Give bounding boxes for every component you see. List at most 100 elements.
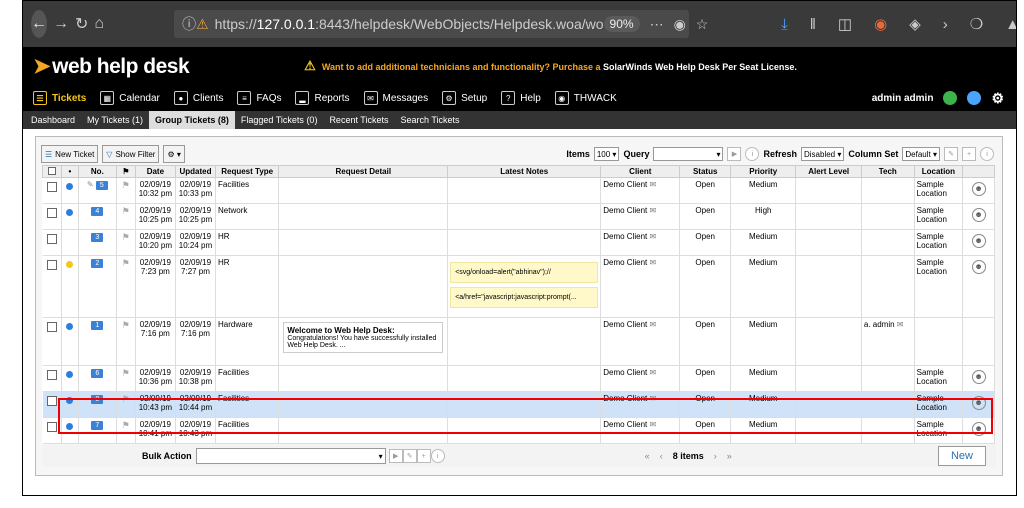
flag-icon[interactable]: ⚑ <box>122 394 130 404</box>
extension-icon[interactable]: ◉ <box>874 15 887 33</box>
column-set-select[interactable]: Default ▾ <box>902 147 940 161</box>
col-latest-notes[interactable]: Latest Notes <box>447 165 602 178</box>
assign-tech-icon[interactable]: ☻ <box>971 370 986 384</box>
settings-gear-icon[interactable]: ⚙ <box>991 90 1004 107</box>
email-icon[interactable]: ✉ <box>649 320 656 329</box>
ticket-number[interactable]: 4 <box>91 207 104 216</box>
bulk-info-icon[interactable]: i <box>430 449 445 463</box>
zoom-indicator[interactable]: 90% <box>603 16 640 32</box>
home-icon[interactable]: ⌂ <box>94 12 104 36</box>
sidebar-icon[interactable]: ◫ <box>838 15 852 33</box>
select-all-header[interactable] <box>42 165 62 178</box>
bulk-run-icon[interactable]: ▶ <box>388 449 403 463</box>
col-request-detail[interactable]: Request Detail <box>278 165 449 178</box>
row-checkbox[interactable] <box>46 322 57 332</box>
run-query-icon[interactable]: ▶ <box>727 147 742 161</box>
assign-tech-icon[interactable]: ☻ <box>971 260 986 274</box>
row-checkbox[interactable] <box>46 422 57 432</box>
options-gear-button[interactable]: ⚙ ▾ <box>163 145 185 163</box>
col-request-type[interactable]: Request Type <box>215 165 280 178</box>
email-icon[interactable]: ✉ <box>649 180 656 189</box>
tab-flagged-tickets[interactable]: Flagged Tickets (0) <box>235 111 324 129</box>
nav-clients[interactable]: ● Clients <box>173 91 223 105</box>
email-icon[interactable]: ✉ <box>897 320 904 329</box>
nav-calendar[interactable]: ▦ Calendar <box>100 91 160 105</box>
ticket-number[interactable]: 3 <box>91 233 104 242</box>
table-row[interactable]: 8 ⚑ 02/09/19 10:43 pm 02/09/19 10:44 pm Fa… <box>42 391 995 418</box>
first-page-icon[interactable]: « <box>645 451 650 461</box>
nav-setup[interactable]: ⚙ Setup <box>442 91 487 105</box>
extension4-icon[interactable]: ▲ <box>1005 16 1016 33</box>
query-select[interactable]: ▾ <box>653 147 724 161</box>
nav-help[interactable]: ? Help <box>501 91 541 105</box>
row-checkbox[interactable] <box>46 396 57 406</box>
client-name[interactable]: Demo Client <box>603 394 647 403</box>
reload-icon[interactable]: ↻ <box>75 12 88 36</box>
table-row[interactable]: 3 ⚑ 02/09/19 10:20 pm 02/09/19 10:24 pm HR… <box>42 229 995 256</box>
flag-icon[interactable]: ⚑ <box>122 258 130 268</box>
nav-faqs[interactable]: ≡ FAQs <box>237 91 281 105</box>
next-page-icon[interactable]: › <box>714 451 717 461</box>
request-detail-box[interactable]: Welcome to Web Help Desk: Congratulation… <box>283 322 444 353</box>
table-row[interactable]: 4 ⚑ 02/09/19 10:25 pm 02/09/19 10:25 pm Ne… <box>42 203 995 230</box>
ticket-number[interactable]: 5 <box>95 181 108 190</box>
ticket-number[interactable]: 7 <box>91 421 104 430</box>
library-icon[interactable]: ‖ <box>810 16 816 33</box>
bulk-edit-icon[interactable]: ✎ <box>402 449 417 463</box>
col-updated[interactable]: Updated <box>174 165 217 178</box>
promo-link[interactable]: SolarWinds Web Help Desk Per Seat Licens… <box>603 62 797 72</box>
flag-icon[interactable]: ⚑ <box>122 320 130 330</box>
col-no[interactable]: No. <box>77 165 117 178</box>
email-icon[interactable]: ✉ <box>649 232 656 241</box>
column-info-icon[interactable]: i <box>980 147 994 161</box>
forward-icon[interactable]: → <box>53 12 69 36</box>
flag-icon[interactable]: ⚑ <box>122 232 130 242</box>
status-icon[interactable] <box>943 91 958 105</box>
ticket-number[interactable]: 6 <box>91 369 104 378</box>
logo[interactable]: ➤web help desk <box>33 54 190 79</box>
ticket-number[interactable]: 1 <box>91 321 104 330</box>
bulk-add-icon[interactable]: + <box>416 449 431 463</box>
edit-pencil-icon[interactable]: ✎ <box>87 180 94 189</box>
col-alert-level[interactable]: Alert Level <box>795 165 862 178</box>
row-checkbox[interactable] <box>46 182 57 192</box>
latest-note[interactable]: <svg/onload=alert("abhinav");// <box>450 262 599 283</box>
tab-group-tickets[interactable]: Group Tickets (8) <box>149 111 235 129</box>
bookmark-star-icon[interactable]: ☆ <box>696 16 709 33</box>
flag-icon[interactable]: ⚑ <box>122 420 130 430</box>
email-icon[interactable]: ✉ <box>649 206 656 215</box>
table-row[interactable]: 6 ⚑ 02/09/19 10:36 pm 02/09/19 10:38 pm Fa… <box>42 365 995 392</box>
tab-recent-tickets[interactable]: Recent Tickets <box>323 111 394 129</box>
query-info-icon[interactable]: i <box>745 147 760 161</box>
download-icon[interactable]: ⤓ <box>781 16 788 33</box>
table-row[interactable]: 1 ⚑ 02/09/19 7:16 pm 02/09/19 7:16 pm Hard… <box>42 317 995 366</box>
latest-note[interactable]: <a/href="javascript:javascript:prompt(..… <box>450 287 599 308</box>
row-checkbox[interactable] <box>46 260 57 270</box>
flag-header[interactable]: ⚑ <box>115 165 136 178</box>
client-name[interactable]: Demo Client <box>603 206 647 215</box>
refresh-select[interactable]: Disabled ▾ <box>800 147 845 161</box>
tab-dashboard[interactable]: Dashboard <box>25 111 81 129</box>
nav-tickets[interactable]: ☰ Tickets <box>33 91 86 105</box>
pocket-icon[interactable]: ◉ <box>674 16 686 33</box>
user-name[interactable]: admin admin <box>872 93 934 104</box>
client-name[interactable]: Demo Client <box>603 368 647 377</box>
assign-tech-icon[interactable]: ☻ <box>971 234 986 248</box>
email-icon[interactable]: ✉ <box>649 394 656 403</box>
nav-messages[interactable]: ✉ Messages <box>363 91 428 105</box>
assign-tech-icon[interactable]: ☻ <box>971 396 986 410</box>
prev-page-icon[interactable]: ‹ <box>660 451 663 461</box>
flag-icon[interactable]: ⚑ <box>122 206 130 216</box>
bulk-action-select[interactable]: ▾ <box>195 448 386 464</box>
row-checkbox[interactable] <box>46 370 57 380</box>
add-column-set-icon[interactable]: + <box>962 147 976 161</box>
new-ticket-button[interactable]: ☰ New Ticket <box>41 145 99 163</box>
col-status[interactable]: Status <box>679 165 732 178</box>
extension3-icon[interactable]: › <box>943 16 948 33</box>
assign-tech-icon[interactable]: ☻ <box>971 208 986 222</box>
col-priority[interactable]: Priority <box>730 165 797 178</box>
profile-icon[interactable] <box>967 91 982 105</box>
email-icon[interactable]: ✉ <box>649 420 656 429</box>
edit-column-set-icon[interactable]: ✎ <box>944 147 958 161</box>
table-row[interactable]: 7 ⚑ 02/09/19 10:41 pm 02/09/19 10:43 pm Fa… <box>42 417 995 444</box>
